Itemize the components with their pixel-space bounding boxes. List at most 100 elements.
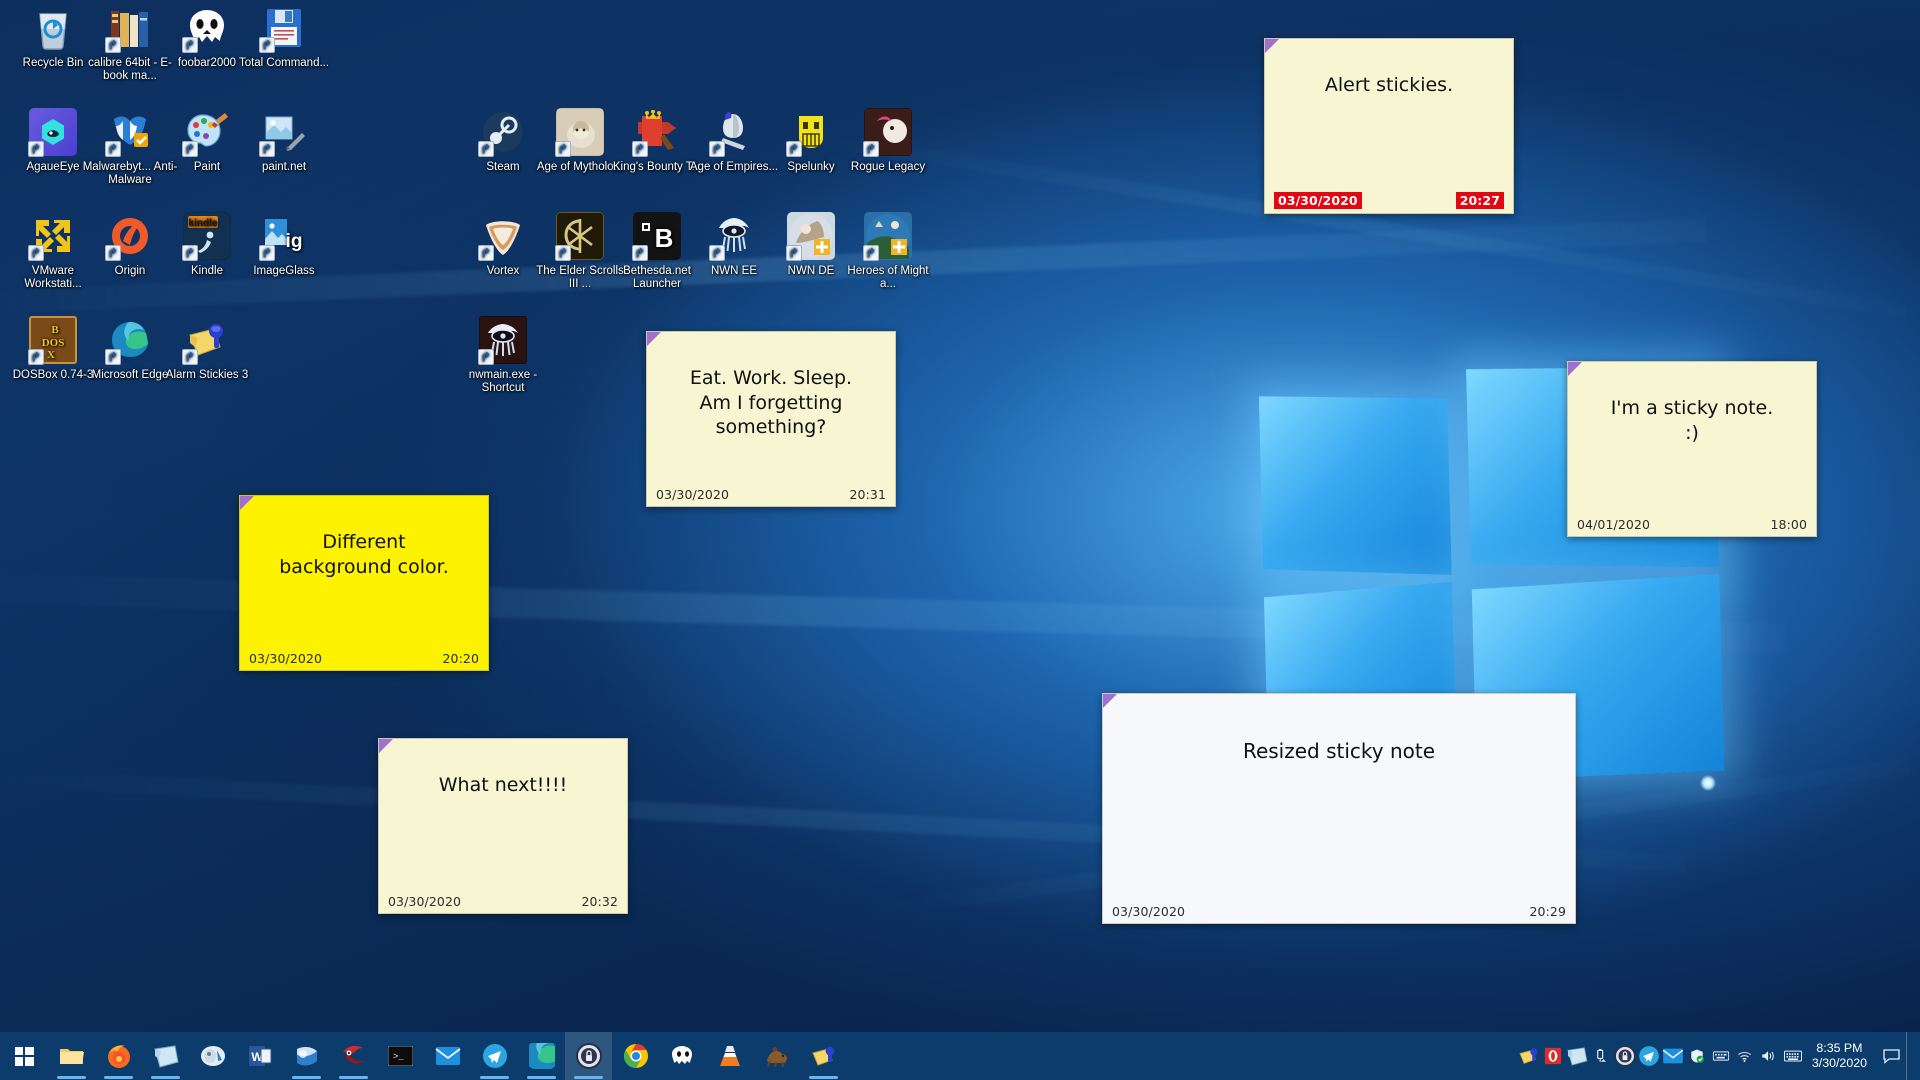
keyboard-layout-icon — [1713, 1050, 1729, 1061]
taskbar-button-file-explorer[interactable] — [48, 1032, 95, 1080]
taskbar-button-alarm-stickies[interactable] — [800, 1032, 847, 1080]
desktop-icon-rogue-legacy[interactable]: Rogue Legacy — [840, 108, 936, 174]
sticky-note-fold-corner[interactable] — [647, 332, 661, 346]
taskbar-button-telegram[interactable] — [471, 1032, 518, 1080]
shortcut-arrow-icon — [555, 141, 571, 157]
sticky-note-text[interactable]: I'm a sticky note. :) — [1580, 396, 1804, 502]
taskbar-clock[interactable]: 8:35 PM 3/30/2020 — [1805, 1032, 1876, 1080]
foobar2000-icon — [183, 4, 231, 52]
tray-telegram[interactable] — [1637, 1032, 1661, 1080]
start-button[interactable] — [0, 1032, 48, 1080]
shortcut-arrow-icon — [863, 141, 879, 157]
tray-opera[interactable] — [1541, 1032, 1565, 1080]
taskbar-button-keepass[interactable] — [565, 1032, 612, 1080]
tray-keepass[interactable] — [1613, 1032, 1637, 1080]
tray-wifi[interactable] — [1733, 1032, 1757, 1080]
svg-text:ig: ig — [286, 231, 303, 252]
shortcut-arrow-icon — [709, 141, 725, 157]
windows-start-icon — [15, 1047, 34, 1066]
tray-alarm-stickies[interactable] — [1517, 1032, 1541, 1080]
svg-text:>_: >_ — [393, 1052, 404, 1062]
shortcut-arrow-icon — [632, 245, 648, 261]
taskbar-button-gog-galaxy[interactable] — [753, 1032, 800, 1080]
desktop-icon-nwmain-exe[interactable]: nwmain.exe - Shortcut — [455, 316, 551, 396]
kings-bounty-icon — [633, 108, 681, 156]
tray-speaker[interactable] — [1757, 1032, 1781, 1080]
desktop-icon-paint-net[interactable]: paint.net — [236, 108, 332, 174]
vlc-icon — [717, 1043, 743, 1069]
sticky-note[interactable]: Eat. Work. Sleep. Am I forgetting someth… — [646, 331, 896, 507]
sticky-note-fold-corner[interactable] — [1568, 362, 1582, 376]
desktop-icon-total-commander[interactable]: Total Command... — [236, 4, 332, 70]
sticky-note-time: 20:29 — [1529, 904, 1566, 919]
sticky-note-date: 03/30/2020 — [249, 651, 322, 666]
desktop-icon-label: Alarm Stickies 3 — [159, 369, 255, 382]
sticky-note-fold-corner[interactable] — [1265, 39, 1279, 53]
wallpaper-glow-dot — [1700, 775, 1716, 791]
taskbar-button-thunderbird[interactable] — [330, 1032, 377, 1080]
sticky-note-text[interactable]: What next!!!! — [391, 773, 615, 879]
shortcut-arrow-icon — [28, 141, 44, 157]
desktop-icon-heroes-of-might-and-magic[interactable]: Heroes of Might a... — [840, 212, 936, 292]
morrowind-icon — [556, 212, 604, 260]
tray-mail[interactable] — [1661, 1032, 1685, 1080]
taskbar-button-foobar2000[interactable] — [659, 1032, 706, 1080]
sticky-note[interactable]: I'm a sticky note. :) 04/01/2020 18:00 — [1567, 361, 1817, 537]
sticky-note-time: 20:27 — [1456, 192, 1504, 209]
shortcut-arrow-icon — [182, 37, 198, 53]
sticky-note[interactable]: What next!!!! 03/30/2020 20:32 — [378, 738, 628, 914]
nwmain-exe-icon — [479, 316, 527, 364]
tray-touch-keyboard[interactable] — [1781, 1032, 1805, 1080]
usb-eject-icon — [1593, 1049, 1608, 1064]
desktop-icon-imageglass[interactable]: ig ImageGlass — [236, 212, 332, 278]
sticky-note[interactable]: Resized sticky note 03/30/2020 20:29 — [1102, 693, 1576, 924]
sticky-note-text[interactable]: Different background color. — [252, 530, 476, 636]
sticky-note-footer: 03/30/2020 20:32 — [379, 891, 627, 909]
sticky-note-text[interactable]: Alert stickies. — [1277, 73, 1501, 179]
taskbar-button-photoshop[interactable] — [189, 1032, 236, 1080]
taskbar-button-word[interactable]: W — [236, 1032, 283, 1080]
firefox-icon — [106, 1043, 132, 1069]
sticky-note-time: 20:20 — [442, 651, 479, 666]
vortex-icon — [479, 212, 527, 260]
show-desktop-button[interactable] — [1906, 1032, 1916, 1080]
dosbox-icon: B DOS X — [29, 316, 77, 364]
tray-sticky-notes[interactable] — [1565, 1032, 1589, 1080]
photoshop-icon — [200, 1043, 226, 1069]
taskbar-button-chrome[interactable] — [612, 1032, 659, 1080]
sticky-note-fold-corner[interactable] — [379, 739, 393, 753]
sticky-note-time: 20:31 — [849, 487, 886, 502]
taskbar-button-command-prompt[interactable]: >_ — [377, 1032, 424, 1080]
shortcut-arrow-icon — [863, 245, 879, 261]
neverwinter-nights-ee-icon — [710, 212, 758, 260]
tray-usb-eject[interactable] — [1589, 1032, 1613, 1080]
sticky-note[interactable]: Different background color. 03/30/2020 20:… — [239, 495, 489, 671]
taskbar-button-vlc[interactable] — [706, 1032, 753, 1080]
sticky-note-fold-corner[interactable] — [240, 496, 254, 510]
taskbar-pinned-apps: W >_ — [48, 1032, 847, 1080]
taskbar-button-sticky-notes[interactable] — [142, 1032, 189, 1080]
shortcut-arrow-icon — [478, 349, 494, 365]
taskbar-button-mail[interactable] — [424, 1032, 471, 1080]
action-center-button[interactable] — [1876, 1032, 1906, 1080]
telegram-icon — [482, 1043, 508, 1069]
taskbar-button-microsoft-edge[interactable] — [518, 1032, 565, 1080]
sticky-note-footer: 03/30/2020 20:31 — [647, 484, 895, 502]
shortcut-arrow-icon — [28, 349, 44, 365]
shortcut-arrow-icon — [632, 141, 648, 157]
sticky-note[interactable]: Alert stickies. 03/30/2020 20:27 — [1264, 38, 1514, 214]
tray-shield[interactable] — [1685, 1032, 1709, 1080]
sticky-note-fold-corner[interactable] — [1103, 694, 1117, 708]
shortcut-arrow-icon — [105, 141, 121, 157]
speaker-icon — [1761, 1049, 1777, 1062]
sticky-note-text[interactable]: Resized sticky note — [1115, 738, 1563, 889]
sticky-note-date: 03/30/2020 — [1274, 192, 1362, 209]
desktop-icon-alarm-stickies[interactable]: Alarm Stickies 3 — [159, 316, 255, 382]
shortcut-arrow-icon — [555, 245, 571, 261]
taskbar-button-firefox[interactable] — [95, 1032, 142, 1080]
tray-keyboard-layout[interactable] — [1709, 1032, 1733, 1080]
sticky-note-text[interactable]: Eat. Work. Sleep. Am I forgetting someth… — [659, 366, 883, 472]
taskbar-button-outlook[interactable] — [283, 1032, 330, 1080]
spelunky-icon — [787, 108, 835, 156]
sticky-notes-icon — [1566, 1046, 1587, 1066]
